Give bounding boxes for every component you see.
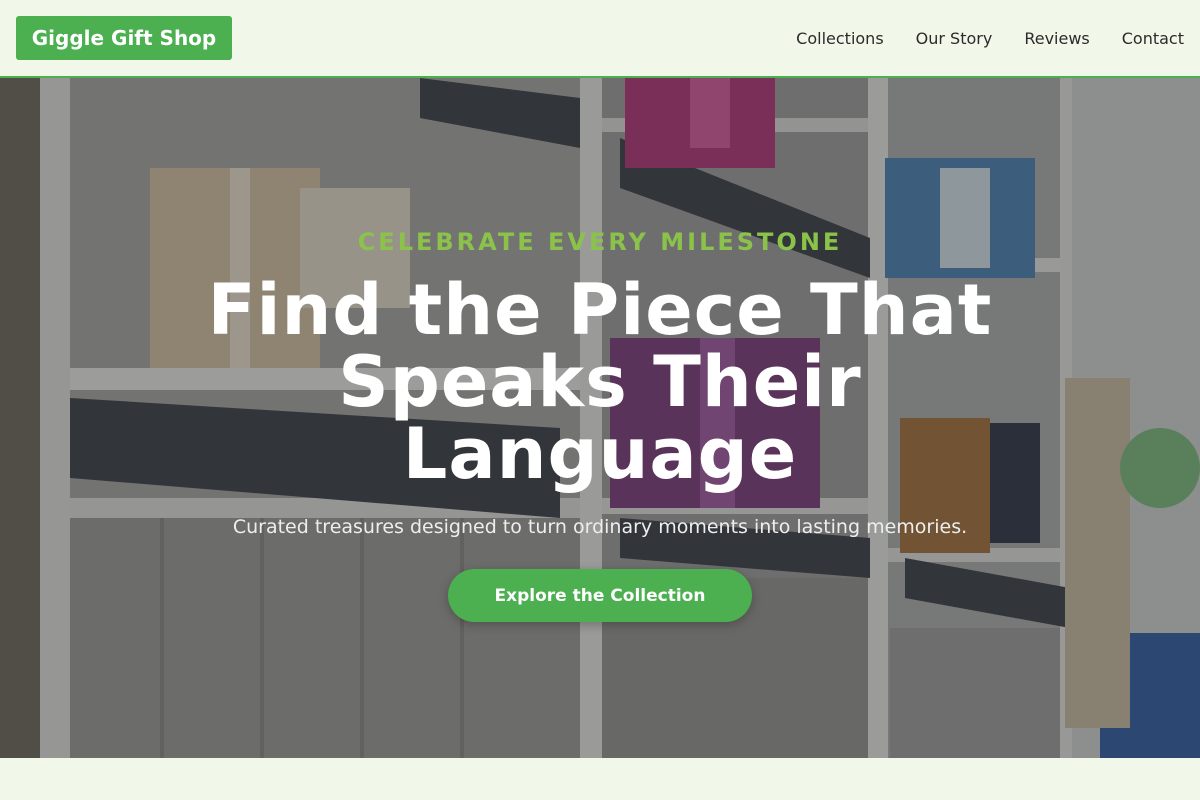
page-bottom-strip [0,758,1200,800]
site-header: Giggle Gift Shop Collections Our Story R… [0,0,1200,78]
hero-subheadline: Curated treasures designed to turn ordin… [232,516,968,538]
nav-link-collections[interactable]: Collections [796,29,883,48]
hero-section: CELEBRATE EVERY MILESTONE Find the Piece… [0,78,1200,758]
explore-collection-button[interactable]: Explore the Collection [448,569,752,622]
main-nav: Collections Our Story Reviews Contact [796,0,1184,76]
nav-link-reviews[interactable]: Reviews [1024,29,1089,48]
hero-content: CELEBRATE EVERY MILESTONE Find the Piece… [0,78,1200,758]
hero-headline: Find the Piece That Speaks Their Languag… [207,269,993,495]
hero-eyebrow: CELEBRATE EVERY MILESTONE [357,228,843,256]
nav-link-our-story[interactable]: Our Story [916,29,993,48]
nav-link-contact[interactable]: Contact [1122,29,1184,48]
logo-button[interactable]: Giggle Gift Shop [16,16,232,60]
